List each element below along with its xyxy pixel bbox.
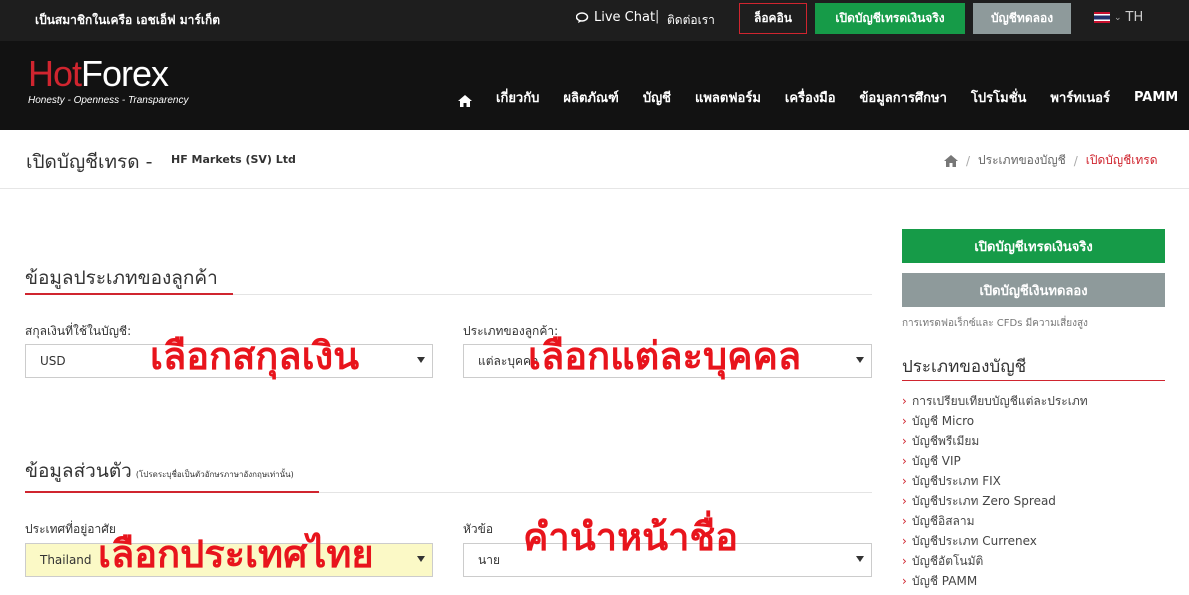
- chevron-right-icon: ›: [902, 534, 907, 548]
- breadcrumb-account-types[interactable]: ประเภทของบัญชี: [978, 151, 1066, 170]
- breadcrumb-separator: /: [966, 153, 971, 168]
- chevron-right-icon: ›: [902, 434, 907, 448]
- page-subtitle: HF Markets (SV) Ltd: [171, 153, 296, 166]
- home-icon[interactable]: [944, 154, 958, 167]
- open-real-account-button[interactable]: เปิดบัญชีเทรดเงินจริง: [815, 3, 965, 34]
- client-type-section-title: ข้อมูลประเภทของลูกค้า: [25, 267, 218, 289]
- member-text: เป็นสมาชิกในเครือ เอชเอ็ฟ มาร์เก็ต: [35, 13, 221, 27]
- annotation-name-title: คำนำหน้าชื่อ: [523, 515, 739, 559]
- flag-icon: [1094, 12, 1110, 23]
- live-chat-link[interactable]: Live Chat: [576, 10, 655, 25]
- nav-about[interactable]: เกี่ยวกับ: [496, 87, 539, 108]
- contact-link[interactable]: ติดต่อเรา: [667, 11, 715, 30]
- nav-platforms[interactable]: แพลตฟอร์ม: [695, 87, 761, 108]
- chevron-right-icon: ›: [902, 454, 907, 468]
- nav-accounts[interactable]: บัญชี: [643, 87, 671, 108]
- personal-section-title: ข้อมูลส่วนตัว (โปรดระบุชื่อเป็นตัวอักษรภา…: [25, 456, 294, 486]
- nav-partners[interactable]: พาร์ทเนอร์: [1050, 87, 1110, 108]
- sidebar-item-zero-spread[interactable]: › บัญชีประเภท Zero Spread: [902, 491, 1088, 511]
- sidebar-item-vip[interactable]: › บัญชี VIP: [902, 451, 1088, 471]
- sidebar-item-auto[interactable]: › บัญชีอัตโนมัติ: [902, 551, 1088, 571]
- chevron-right-icon: ›: [902, 574, 907, 588]
- sidebar-open-demo-button[interactable]: เปิดบัญชีเงินทดลอง: [902, 273, 1165, 307]
- breadcrumb-current: เปิดบัญชีเทรด: [1085, 153, 1158, 167]
- breadcrumb-separator: /: [1073, 153, 1078, 168]
- nav-pamm[interactable]: PAMM: [1134, 90, 1178, 105]
- dropdown-caret-icon: [856, 357, 864, 363]
- risk-warning: การเทรดฟอเร็กซ์และ CFDs มีความเสี่ยงสูง: [902, 318, 1088, 329]
- logo-forex: Forex: [81, 53, 169, 94]
- logo-hot: Hot: [28, 53, 82, 94]
- chevron-right-icon: ›: [902, 514, 907, 528]
- sidebar-item-label: บัญชีพรีเมียม: [912, 434, 980, 448]
- login-button[interactable]: ล็อคอิน: [739, 3, 807, 34]
- language-label: TH: [1125, 10, 1144, 25]
- nav-education[interactable]: ข้อมูลการศึกษา: [860, 87, 947, 108]
- chevron-right-icon: ›: [902, 494, 907, 508]
- chevron-right-icon: ›: [902, 394, 907, 408]
- demo-account-button[interactable]: บัญชีทดลอง: [973, 3, 1071, 34]
- sidebar-item-label: บัญชี PAMM: [912, 574, 978, 588]
- dropdown-caret-icon: [417, 556, 425, 562]
- home-icon[interactable]: [458, 92, 472, 107]
- dropdown-caret-icon: [856, 556, 864, 562]
- currency-label: สกุลเงินที่ใช้ในบัญชี:: [25, 324, 132, 338]
- nav-products[interactable]: ผลิตภัณฑ์: [563, 87, 618, 108]
- language-selector[interactable]: ⌄ TH: [1094, 10, 1143, 25]
- personal-section-note: (โปรดระบุชื่อเป็นตัวอักษรภาษาอังกฤษเท่าน…: [135, 470, 294, 479]
- sidebar-item-label: บัญชีประเภท FIX: [912, 474, 1001, 488]
- live-chat-label: Live Chat: [594, 10, 656, 25]
- chat-icon: [576, 11, 589, 23]
- section-accent: [25, 293, 233, 295]
- main-header: HotForex Honesty - Openness - Transparen…: [0, 41, 1189, 130]
- sidebar-item-fix[interactable]: › บัญชีประเภท FIX: [902, 471, 1088, 491]
- chevron-down-icon: ⌄: [1114, 12, 1122, 23]
- logo-tagline: Honesty - Openness - Transparency: [28, 95, 189, 106]
- breadcrumb: / ประเภทของบัญชี / เปิดบัญชีเทรด: [944, 151, 1158, 170]
- sidebar-item-label: บัญชี VIP: [912, 454, 961, 468]
- country-value: Thailand: [40, 553, 92, 567]
- chevron-right-icon: ›: [902, 554, 907, 568]
- chevron-right-icon: ›: [902, 474, 907, 488]
- logo[interactable]: HotForex Honesty - Openness - Transparen…: [28, 53, 189, 107]
- sidebar-title-underline: [902, 380, 1165, 381]
- sidebar-item-label: การเปรียบเทียบบัญชีแต่ละประเภท: [912, 394, 1088, 408]
- sidebar-item-label: บัญชีอัตโนมัติ: [912, 554, 984, 568]
- page-title: เปิดบัญชีเทรด -: [26, 151, 153, 173]
- name-title-label: หัวข้อ: [463, 522, 494, 536]
- chevron-right-icon: ›: [902, 414, 907, 428]
- top-bar: เป็นสมาชิกในเครือ เอชเอ็ฟ มาร์เก็ต Live …: [0, 0, 1189, 41]
- sidebar-item-compare[interactable]: › การเปรียบเทียบบัญชีแต่ละประเภท: [902, 391, 1088, 411]
- sidebar-item-label: บัญชีประเภท Currenex: [912, 534, 1037, 548]
- main-nav: เกี่ยวกับ ผลิตภัณฑ์ บัญชี แพลตฟอร์ม เครื…: [458, 87, 1189, 108]
- annotation-country: เลือกประเทศไทย: [98, 532, 374, 576]
- annotation-currency: เลือกสกุลเงิน: [150, 334, 360, 378]
- account-type-list: › การเปรียบเทียบบัญชีแต่ละประเภท › บัญชี M…: [902, 391, 1088, 591]
- nav-promotions[interactable]: โปรโมชั่น: [971, 87, 1026, 108]
- sidebar-title: ประเภทของบัญชี: [902, 357, 1027, 377]
- annotation-individual: เลือกแต่ละบุคคล: [528, 334, 802, 378]
- sidebar-item-pamm[interactable]: › บัญชี PAMM: [902, 571, 1088, 591]
- page-title-bar: เปิดบัญชีเทรด - HF Markets (SV) Ltd / ปร…: [0, 130, 1189, 189]
- sidebar-item-micro[interactable]: › บัญชี Micro: [902, 411, 1088, 431]
- name-title-value: นาย: [478, 552, 500, 567]
- sidebar-item-label: บัญชีประเภท Zero Spread: [912, 494, 1056, 508]
- sidebar-item-premium[interactable]: › บัญชีพรีเมียม: [902, 431, 1088, 451]
- section-accent: [25, 491, 319, 493]
- currency-value: USD: [40, 354, 66, 368]
- sidebar-item-currenex[interactable]: › บัญชีประเภท Currenex: [902, 531, 1088, 551]
- personal-section-label: ข้อมูลส่วนตัว: [25, 460, 132, 482]
- sidebar-open-real-button[interactable]: เปิดบัญชีเทรดเงินจริง: [902, 229, 1165, 263]
- sidebar-item-islamic[interactable]: › บัญชีอิสลาม: [902, 511, 1088, 531]
- sidebar-item-label: บัญชี Micro: [912, 414, 975, 428]
- dropdown-caret-icon: [417, 357, 425, 363]
- nav-tools[interactable]: เครื่องมือ: [785, 87, 836, 108]
- separator: |: [655, 9, 660, 24]
- sidebar-item-label: บัญชีอิสลาม: [912, 514, 975, 528]
